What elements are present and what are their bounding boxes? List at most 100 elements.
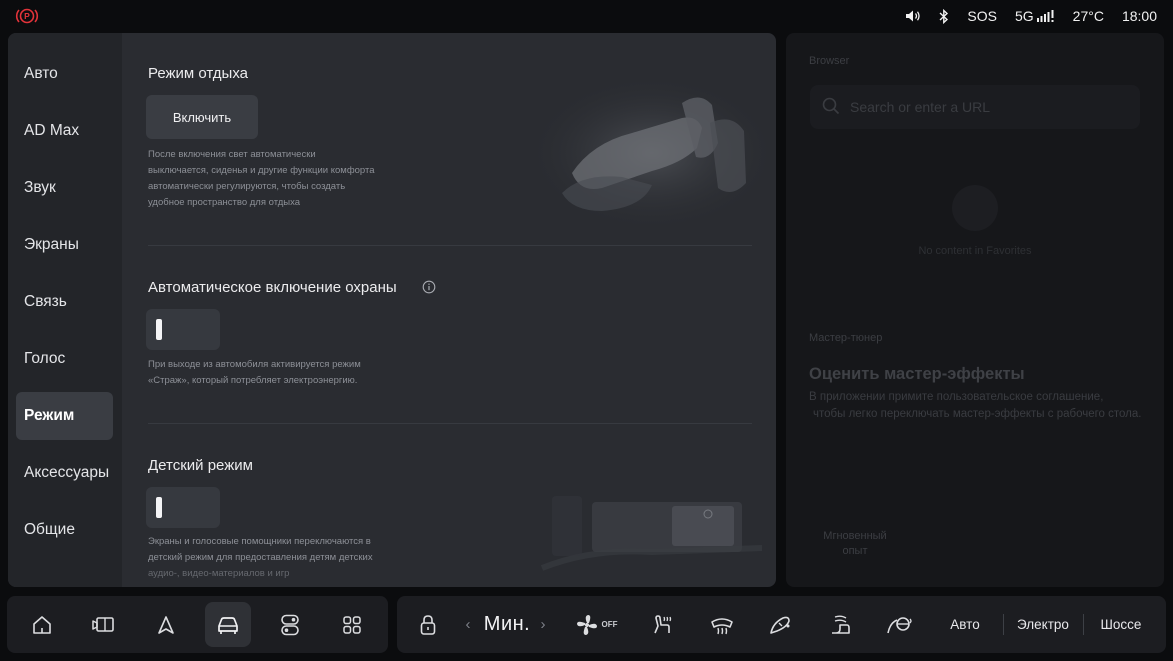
toggle-knob bbox=[156, 319, 162, 340]
browser-widget-panel: Browser Search or enter a URL No content… bbox=[786, 33, 1164, 587]
tuner-description: В приложении примите пользовательское со… bbox=[809, 389, 1159, 423]
settings-content: Режим отдыха Включить После включения св… bbox=[122, 33, 776, 587]
mirror-heat-icon bbox=[770, 616, 790, 634]
desc-line: детский режим для предоставления детям д… bbox=[148, 552, 373, 563]
seat-vent-icon bbox=[832, 615, 850, 634]
front-defrost-icon bbox=[711, 617, 733, 634]
lock-button[interactable] bbox=[415, 596, 441, 653]
wheel-heat-button[interactable] bbox=[883, 596, 917, 653]
app-dock bbox=[7, 596, 388, 653]
bluetooth-icon[interactable] bbox=[939, 8, 949, 24]
kids-mode-title: Детский режим bbox=[148, 457, 253, 474]
desc-line: В приложении примите пользовательское со… bbox=[809, 391, 1104, 403]
toggle-apps-icon bbox=[281, 614, 299, 635]
tuner-label: Мастер-тюнер bbox=[809, 332, 883, 344]
volume-icon[interactable] bbox=[905, 9, 921, 23]
auto-guard-toggle[interactable] bbox=[146, 309, 220, 350]
kids-mode-description: Экраны и голосовые помощники переключают… bbox=[148, 534, 408, 582]
empty-favorites-text: No content in Favorites bbox=[918, 245, 1032, 257]
signal-icon bbox=[1036, 10, 1054, 22]
sidebar-item-sound[interactable]: Звук bbox=[16, 164, 113, 212]
drive-mode-auto[interactable]: Авто bbox=[937, 596, 993, 653]
defrost-front-button[interactable] bbox=[707, 596, 737, 653]
climate-temperature: Мин. bbox=[483, 613, 531, 635]
drive-mode-highway[interactable]: Шоссе bbox=[1091, 596, 1151, 653]
temperature-readout: 27°C bbox=[1072, 8, 1104, 24]
desc-line: При выходе из автомобиля активируется ре… bbox=[148, 359, 361, 370]
network-indicator: 5G bbox=[1015, 8, 1055, 24]
seat-heat-button[interactable] bbox=[647, 596, 677, 653]
sidebar-item-label: Экраны bbox=[24, 236, 79, 253]
desc-line: «Страж», который потребляет электроэнерг… bbox=[148, 375, 358, 386]
instant-line: опыт bbox=[842, 545, 868, 557]
rest-mode-description: После включения свет автоматически выклю… bbox=[148, 147, 408, 211]
sidebar-item-label: Аксессуары bbox=[24, 464, 110, 481]
car-icon bbox=[218, 616, 238, 634]
instant-line: Мгновенный bbox=[823, 530, 887, 542]
screen-icon bbox=[92, 616, 114, 632]
tuner-title[interactable]: Оценить мастер-эффекты bbox=[809, 365, 1025, 384]
status-bar: P SOS 5G 27°C 18:00 bbox=[0, 0, 1173, 32]
fan-button[interactable]: OFF bbox=[571, 596, 621, 653]
all-apps-button[interactable] bbox=[329, 602, 375, 647]
mirror-heat-button[interactable] bbox=[765, 596, 795, 653]
sidebar-item-screens[interactable]: Экраны bbox=[16, 221, 113, 269]
fan-state: OFF bbox=[601, 620, 618, 629]
sidebar-item-label: Звук bbox=[24, 179, 56, 196]
sidebar-item-label: Общие bbox=[24, 521, 75, 538]
desc-line: чтобы легко переключать мастер-эффекты с… bbox=[813, 408, 1142, 420]
toggle-knob bbox=[156, 497, 162, 518]
settings-sidebar: Авто AD Max Звук Экраны Связь Голос Режи… bbox=[8, 33, 122, 587]
seat-vent-button[interactable] bbox=[825, 596, 855, 653]
sos-indicator[interactable]: SOS bbox=[967, 8, 997, 24]
sidebar-item-label: AD Max bbox=[24, 122, 80, 139]
home-icon bbox=[33, 615, 51, 634]
rest-mode-enable-button[interactable]: Включить bbox=[146, 95, 258, 139]
desc-line: аудио-, видео-материалов и игр bbox=[148, 568, 290, 579]
desc-line: удобное пространство для отдыха bbox=[148, 197, 301, 208]
auto-guard-title: Автоматическое включение охраны bbox=[148, 279, 397, 296]
sidebar-item-connection[interactable]: Связь bbox=[16, 278, 113, 326]
sidebar-item-label: Авто bbox=[24, 65, 58, 82]
sidebar-item-accessories[interactable]: Аксессуары bbox=[16, 449, 113, 497]
navigation-button[interactable] bbox=[143, 602, 189, 647]
empty-favorites-icon bbox=[952, 185, 998, 231]
sidebar-item-mode[interactable]: Режим bbox=[16, 392, 113, 440]
controls-button[interactable] bbox=[267, 602, 313, 647]
mode-separator bbox=[1083, 614, 1084, 635]
clock: 18:00 bbox=[1121, 8, 1157, 24]
screen-button[interactable] bbox=[81, 602, 127, 647]
rest-mode-title: Режим отдыха bbox=[148, 65, 249, 82]
sidebar-item-label: Связь bbox=[24, 293, 67, 310]
fan-icon bbox=[576, 614, 597, 635]
climate-dock: ‹ Мин. › OFF Авто Электро Шоссе bbox=[397, 596, 1166, 653]
search-icon bbox=[822, 97, 840, 115]
kids-screen-illustration bbox=[540, 496, 763, 571]
steering-heat-icon bbox=[887, 616, 912, 633]
auto-guard-description: При выходе из автомобиля активируется ре… bbox=[148, 357, 408, 389]
network-label: 5G bbox=[1014, 8, 1034, 24]
sidebar-item-voice[interactable]: Голос bbox=[16, 335, 113, 383]
browser-label: Browser bbox=[809, 55, 850, 67]
apps-grid-icon bbox=[343, 615, 361, 634]
temp-increase-button[interactable]: › bbox=[536, 596, 550, 653]
seat-heat-icon bbox=[654, 614, 672, 633]
sidebar-item-ad-max[interactable]: AD Max bbox=[16, 107, 113, 155]
temp-decrease-button[interactable]: ‹ bbox=[461, 596, 475, 653]
desc-line: автоматически регулируются, чтобы создат… bbox=[148, 181, 346, 192]
desc-line: Экраны и голосовые помощники переключают… bbox=[148, 536, 371, 547]
parking-brake-icon: P bbox=[15, 8, 39, 24]
home-button[interactable] bbox=[19, 602, 65, 647]
desc-line: выключается, сиденья и другие функции ко… bbox=[148, 165, 375, 176]
mode-separator bbox=[1003, 614, 1004, 635]
sidebar-item-auto[interactable]: Авто bbox=[16, 50, 113, 98]
info-icon[interactable] bbox=[422, 280, 436, 294]
kids-mode-toggle[interactable] bbox=[146, 487, 220, 528]
search-placeholder: Search or enter a URL bbox=[850, 99, 991, 115]
instant-experience-button[interactable]: Мгновенный опыт bbox=[814, 529, 896, 559]
drive-mode-electric[interactable]: Электро bbox=[1011, 596, 1075, 653]
desc-line: После включения свет автоматически bbox=[148, 149, 316, 160]
car-settings-button[interactable] bbox=[205, 602, 251, 647]
svg-text:P: P bbox=[24, 11, 30, 21]
sidebar-item-general[interactable]: Общие bbox=[16, 506, 113, 554]
